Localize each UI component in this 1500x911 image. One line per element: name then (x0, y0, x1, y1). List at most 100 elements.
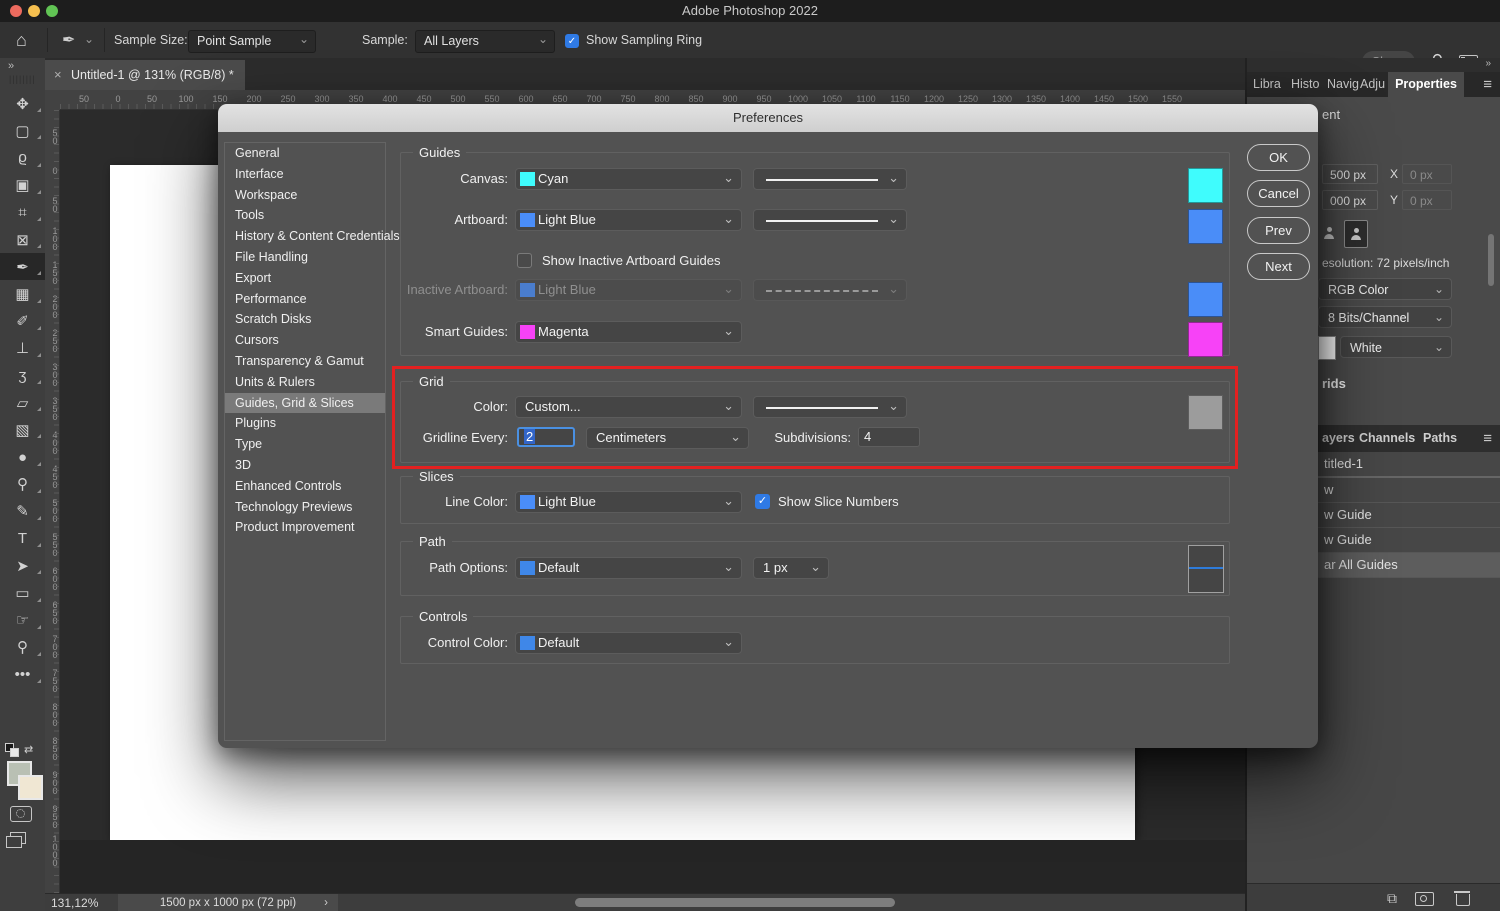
y-label: Y (1390, 193, 1398, 207)
control-color-select[interactable]: Default ⌄ (515, 632, 742, 654)
sample-size-select[interactable]: Point Sample ⌄ (188, 30, 316, 53)
ruler-label: 700 (45, 629, 60, 663)
close-tab-icon[interactable]: × (54, 60, 62, 90)
background-color-swatch[interactable] (18, 775, 43, 800)
path-selection-tool-icon[interactable]: ➤ (0, 552, 45, 579)
camera-icon[interactable] (1415, 892, 1434, 906)
portrait-orientation-button[interactable] (1318, 220, 1340, 246)
history-brush-tool-icon[interactable]: ʒ (0, 362, 45, 389)
panel-menu-icon[interactable]: ≡ (1483, 430, 1492, 447)
chevron-down-icon: ⌄ (723, 279, 734, 299)
hand-tool-icon[interactable]: ☞ (0, 607, 45, 634)
canvas-guide-style-select[interactable]: ⌄ (753, 168, 907, 190)
landscape-orientation-button[interactable] (1344, 220, 1368, 248)
preferences-category[interactable]: General (225, 143, 385, 164)
zoom-tool-icon[interactable]: ⚲ (0, 634, 45, 661)
more-tools-icon[interactable]: ••• (0, 661, 45, 688)
home-icon[interactable]: ⌂ (16, 30, 27, 50)
canvas-color-select[interactable]: White ⌄ (1340, 336, 1452, 358)
tab-libraries[interactable]: Libra (1253, 77, 1281, 91)
eraser-tool-icon[interactable]: ▱ (0, 389, 45, 416)
chevron-down-icon: ⌄ (723, 321, 734, 341)
document-size-status[interactable]: 1500 px x 1000 px (72 ppi) › (118, 894, 338, 911)
object-selection-tool-icon[interactable]: ▣ (0, 172, 45, 199)
slice-line-color-select[interactable]: Light Blue ⌄ (515, 491, 742, 513)
brush-tool-icon[interactable]: ✐ (0, 308, 45, 335)
show-slice-numbers-checkbox[interactable]: ✓ (755, 494, 770, 509)
quick-mask-icon[interactable] (10, 806, 32, 822)
preferences-category[interactable]: 3D (225, 455, 385, 476)
object-selection-tool-glyph: ▣ (15, 176, 29, 194)
color-mode-select[interactable]: RGB Color ⌄ (1318, 278, 1452, 300)
lasso-tool-icon[interactable]: ϱ (0, 144, 45, 171)
photoshop-window: Adobe Photoshop 2022 ⌂ ✒ ⌄ Sample Size: … (0, 0, 1500, 911)
screen-mode-icon[interactable] (10, 832, 26, 844)
horizontal-scrollbar[interactable] (575, 898, 895, 907)
type-tool-icon[interactable]: T (0, 525, 45, 552)
path-options-select[interactable]: Default ⌄ (515, 557, 742, 579)
height-field[interactable]: 000 px (1322, 190, 1378, 210)
artboard-guide-color-select[interactable]: Light Blue ⌄ (515, 209, 742, 231)
zoom-level[interactable]: 131,12% (51, 896, 98, 910)
tab-histogram[interactable]: Histo (1291, 77, 1319, 91)
tab-properties[interactable]: Properties (1388, 72, 1464, 97)
collapse-panels-icon[interactable]: » (1485, 58, 1492, 69)
path-width-select[interactable]: 1 px ⌄ (753, 557, 829, 579)
ruler-corner (45, 90, 61, 111)
ruler-label: 150 (45, 255, 60, 289)
tab-channels[interactable]: Channels (1359, 431, 1415, 445)
eyedropper-tool-icon[interactable]: ✒ (62, 31, 75, 51)
crop-tool-icon[interactable]: ⌗ (0, 199, 45, 226)
gradient-tool-icon[interactable]: ▧ (0, 416, 45, 443)
show-sampling-ring-checkbox[interactable]: ✓ (565, 34, 579, 48)
toolbar-grip[interactable]: |||||||| (9, 74, 36, 84)
cancel-button[interactable]: Cancel (1247, 180, 1310, 207)
history-brush-tool-glyph: ʒ (18, 367, 26, 384)
healing-brush-tool-icon[interactable]: ▦ (0, 280, 45, 307)
tab-paths[interactable]: Paths (1423, 431, 1457, 445)
ruler-label: 100 (169, 90, 203, 109)
next-button[interactable]: Next (1247, 253, 1310, 280)
prev-button[interactable]: Prev (1247, 217, 1310, 244)
marquee-tool-icon[interactable]: ▢ (0, 117, 45, 144)
pen-tool-icon[interactable]: ✎ (0, 498, 45, 525)
eyedropper-tool-icon[interactable]: ✒ (0, 253, 45, 280)
tab-layers[interactable]: ayers (1322, 431, 1355, 445)
canvas-color-swatch[interactable] (1318, 336, 1336, 360)
trash-icon[interactable] (1456, 894, 1470, 906)
bit-depth-select[interactable]: 8 Bits/Channel ⌄ (1318, 306, 1452, 328)
move-tool-icon[interactable]: ✥ (0, 90, 45, 117)
artboard-guide-style-select[interactable]: ⌄ (753, 209, 907, 231)
clone-stamp-tool-icon[interactable]: ⊥ (0, 335, 45, 362)
export-icon[interactable]: ⧉ (1387, 890, 1397, 907)
dodge-tool-icon[interactable]: ⚲ (0, 471, 45, 498)
document-tab[interactable]: × Untitled-1 @ 131% (RGB/8) * (45, 60, 245, 90)
vertical-scrollbar[interactable] (1488, 234, 1494, 286)
shape-tool-icon[interactable]: ▭ (0, 579, 45, 606)
collapse-toolbar-button[interactable]: » (8, 60, 15, 72)
ok-button[interactable]: OK (1247, 144, 1310, 171)
preferences-category[interactable]: Transparency & Gamut (225, 351, 385, 372)
canvas-guide-color-select[interactable]: Cyan ⌄ (515, 168, 742, 190)
y-field[interactable]: 0 px (1402, 190, 1452, 210)
x-field[interactable]: 0 px (1402, 164, 1452, 184)
tab-navigator[interactable]: Navig (1327, 77, 1359, 91)
separator (104, 28, 105, 52)
blur-tool-icon[interactable]: ● (0, 443, 45, 470)
dialog-title: Preferences (218, 104, 1318, 132)
width-field[interactable]: 500 px (1322, 164, 1378, 184)
ruler-label: 650 (45, 595, 60, 629)
tool-list: ✥▢ϱ▣⌗⊠✒▦✐⊥ʒ▱▧●⚲✎T➤▭☞⚲••• (0, 90, 45, 688)
show-inactive-artboard-guides-checkbox[interactable] (517, 253, 532, 268)
sample-select[interactable]: All Layers ⌄ (415, 30, 555, 53)
panel-menu-icon[interactable]: ≡ (1483, 76, 1492, 93)
preferences-category[interactable]: Product Improvement (225, 517, 385, 538)
preferences-category[interactable]: File Handling (225, 247, 385, 268)
preferences-category[interactable]: Units & Rulers (225, 372, 385, 393)
ruler-label: 200 (45, 289, 60, 323)
frame-tool-icon[interactable]: ⊠ (0, 226, 45, 253)
swap-colors-icon[interactable]: ⇄ (24, 743, 33, 756)
smart-guides-color-select[interactable]: Magenta ⌄ (515, 321, 742, 343)
chevron-down-icon[interactable]: ⌄ (84, 29, 94, 49)
tab-adjustments[interactable]: Adju (1360, 77, 1385, 91)
